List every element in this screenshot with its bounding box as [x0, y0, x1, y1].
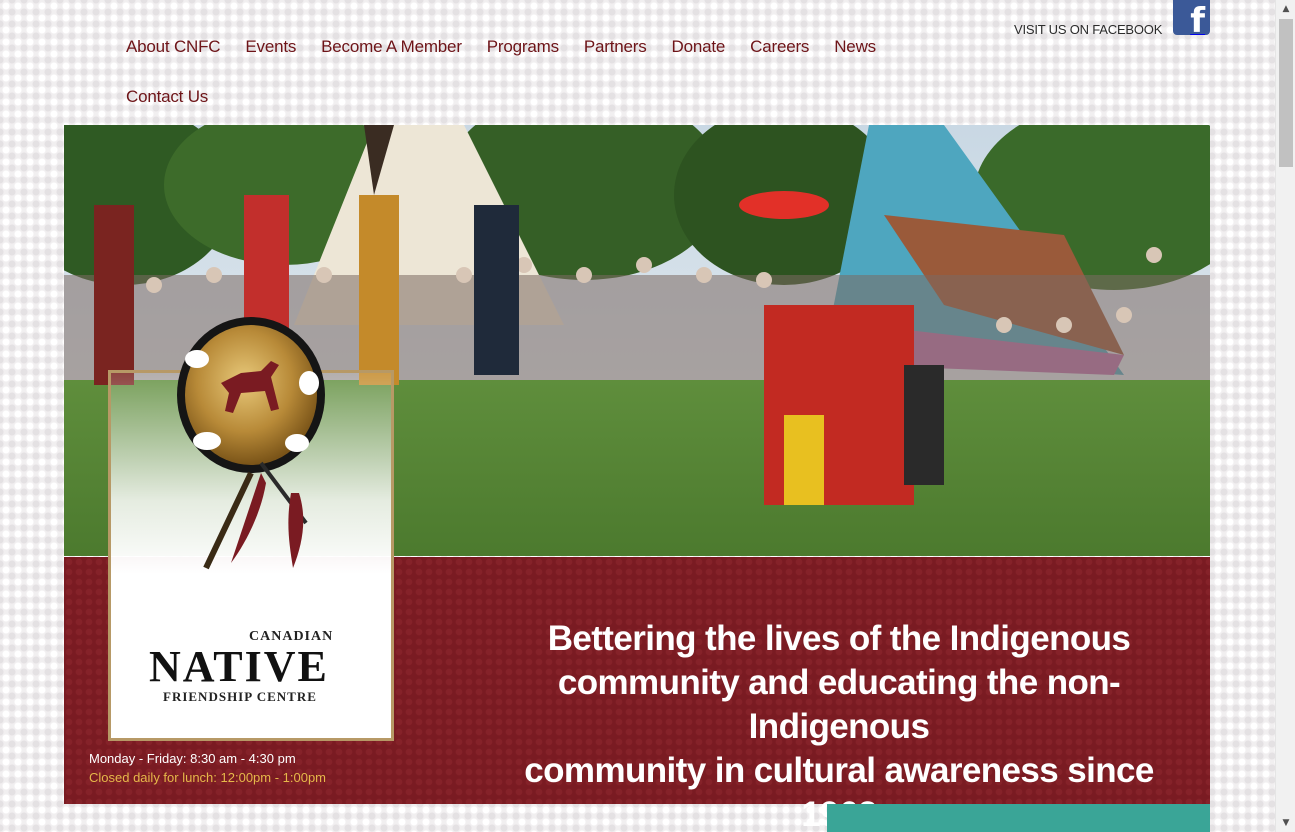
page: About CNFC Events Become A Member Progra… — [0, 0, 1275, 832]
teal-panel — [827, 804, 1210, 832]
scroll-up-arrow-icon[interactable]: ▲ — [1276, 0, 1295, 18]
main-nav: About CNFC Events Become A Member Progra… — [126, 22, 906, 122]
nav-programs[interactable]: Programs — [487, 37, 559, 57]
cnfc-logo[interactable]: CANADIAN NATIVE FRIENDSHIP CENTRE — [108, 317, 394, 741]
facebook-icon-glyph: f — [1190, 1, 1205, 35]
facebook-icon[interactable]: f — [1173, 0, 1210, 35]
scroll-down-arrow-icon[interactable]: ▼ — [1276, 814, 1295, 832]
vertical-scrollbar[interactable]: ▲ ▼ — [1275, 0, 1295, 832]
nav-become-a-member[interactable]: Become A Member — [321, 37, 462, 57]
tagline-line-1: Bettering the lives of the Indigenous — [547, 619, 1131, 658]
logo-line-native: NATIVE — [149, 642, 329, 691]
nav-about-cnfc[interactable]: About CNFC — [126, 37, 221, 57]
nav-partners[interactable]: Partners — [584, 37, 647, 57]
scrollbar-thumb[interactable] — [1279, 19, 1293, 167]
nav-events[interactable]: Events — [245, 37, 296, 57]
office-hours: Monday - Friday: 8:30 am - 4:30 pm — [89, 751, 296, 766]
tagline-line-2: community and educating the non-Indigeno… — [557, 663, 1121, 746]
mission-tagline: Bettering the lives of the Indigenous co… — [484, 617, 1194, 832]
nav-row-2: Contact Us — [126, 72, 906, 122]
facebook-link[interactable]: VISIT US ON FACEBOOK — [1014, 22, 1162, 37]
nav-news[interactable]: News — [834, 37, 876, 57]
nav-contact-us[interactable]: Contact Us — [126, 87, 208, 107]
lunch-hours: Closed daily for lunch: 12:00pm - 1:00pm — [89, 770, 327, 785]
dreamcatcher-logo-icon — [177, 317, 325, 570]
nav-careers[interactable]: Careers — [750, 37, 809, 57]
logo-line-friendship-centre: FRIENDSHIP CENTRE — [163, 689, 317, 704]
nav-donate[interactable]: Donate — [672, 37, 726, 57]
nav-row-1: About CNFC Events Become A Member Progra… — [126, 22, 906, 72]
